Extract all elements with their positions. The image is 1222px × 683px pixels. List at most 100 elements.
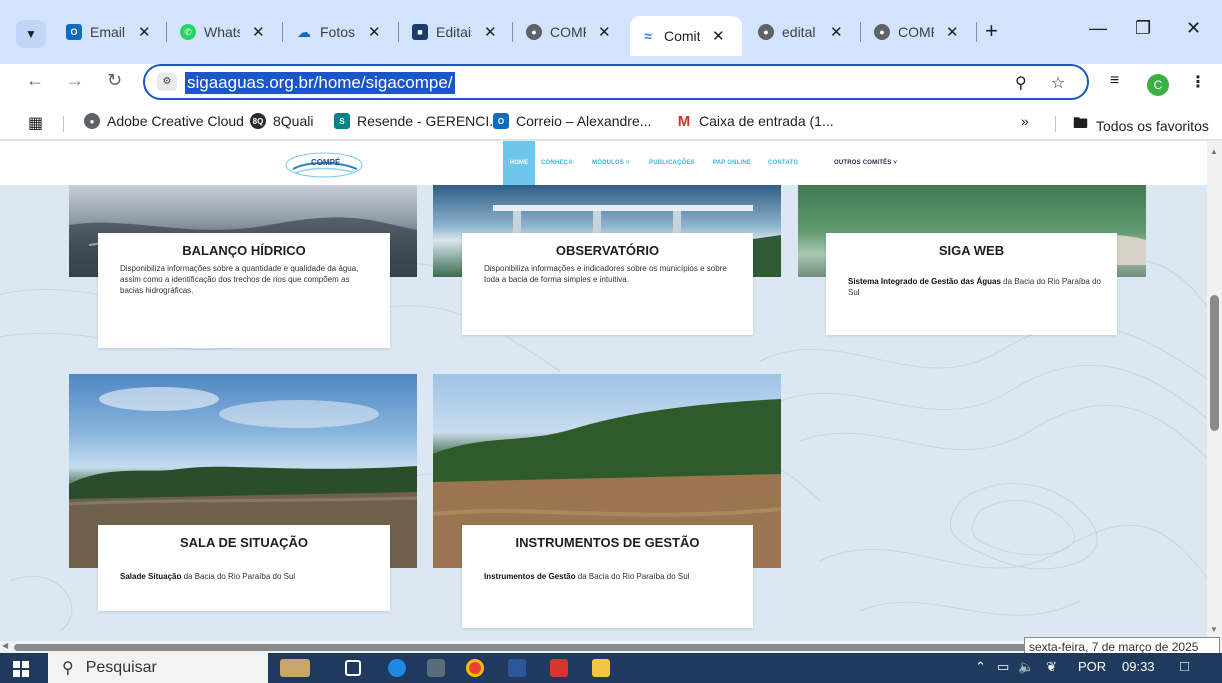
card-title: OBSERVATÓRIO [555, 243, 660, 258]
bookmark-resende[interactable]: S Resende - GERENCI... [334, 113, 501, 129]
tab-label: Comit [664, 28, 700, 44]
profile-avatar[interactable]: C [1147, 74, 1169, 96]
site-info-icon[interactable]: ⚙ [157, 73, 177, 91]
bookmark-gmail[interactable]: M Caixa de entrada (1... [676, 113, 834, 130]
outlook-icon: O [66, 24, 82, 40]
tab-comp-1[interactable]: ● COMP ✕ [516, 14, 621, 50]
address-bar[interactable]: ⚙ sigaaguas.org.br/home/sigacompe/ ⚲ ☆ [143, 64, 1089, 100]
tab-fotos[interactable]: ☁ Fotos ✕ [286, 14, 391, 50]
browser-toolbar: ← → ↻ ⚙ sigaaguas.org.br/home/sigacompe/… [0, 64, 1222, 104]
tab-comite-active[interactable]: ≈ Comit ✕ [630, 16, 742, 56]
card-instrumentos-de-gestao[interactable]: INSTRUMENTOS DE GESTÃO Instrumentos de G… [462, 525, 753, 628]
sharepoint-icon: S [334, 113, 350, 129]
language-indicator[interactable]: POR [1078, 659, 1106, 674]
nav-home[interactable]: HOME [503, 141, 535, 185]
logo-text: COMPÉ [311, 158, 341, 167]
scroll-up-icon[interactable]: ▲ [1210, 147, 1218, 156]
forward-button[interactable]: → [66, 70, 84, 91]
nav-contato[interactable]: CONTATO [768, 141, 798, 185]
tab-editais[interactable]: ■ Editais ✕ [402, 14, 507, 50]
url-text[interactable]: sigaaguas.org.br/home/sigacompe/ [185, 72, 455, 94]
nav-modulos[interactable]: MÓDULOS ˅ [592, 141, 630, 185]
tab-email[interactable]: O Email ✕ [56, 14, 161, 50]
vertical-scrollbar[interactable]: ▲ ▼ [1207, 141, 1222, 641]
card-observatorio[interactable]: OBSERVATÓRIO Disponibiliza informações e… [462, 233, 753, 335]
file-explorer-icon[interactable] [592, 659, 610, 677]
restore-button[interactable]: ❐ [1135, 18, 1151, 39]
card-title: SIGA WEB [938, 243, 1005, 258]
whatsapp-icon: ✆ [180, 24, 196, 40]
scroll-down-icon[interactable]: ▼ [1210, 625, 1218, 634]
horizontal-scroll-thumb[interactable] [14, 644, 1054, 651]
media-control-icon[interactable]: ≡ [1110, 72, 1119, 90]
taskbar-search[interactable]: ⚲ Pesquisar [48, 653, 268, 683]
scroll-left-icon[interactable]: ◀ [2, 641, 8, 650]
close-icon[interactable]: ✕ [138, 23, 151, 41]
compe-logo[interactable]: COMPÉ [283, 149, 365, 179]
all-bookmarks-button[interactable]: 🖿 Todos os favoritos [1073, 113, 1209, 138]
clock[interactable]: 09:33 [1122, 659, 1155, 674]
bookmark-8quali[interactable]: 8Q 8Quali [250, 113, 313, 129]
card-description: Sistema Integrado de Gestão das Águas da… [848, 277, 1102, 297]
nav-conheca[interactable]: CONHEÇA [541, 141, 573, 185]
bookmarks-overflow-button[interactable]: » [1021, 113, 1029, 129]
globe-icon: ● [526, 24, 542, 40]
close-window-button[interactable]: ✕ [1186, 18, 1201, 39]
bookmark-star-icon[interactable]: ☆ [1051, 73, 1065, 93]
word-icon[interactable] [508, 659, 526, 677]
page-icon: ■ [412, 24, 428, 40]
chrome-icon[interactable] [466, 659, 484, 677]
page-viewport: COMPÉ HOME CONHEÇA MÓDULOS ˅ PUBLICAÇÕES… [0, 141, 1207, 641]
back-button[interactable]: ← [26, 70, 44, 91]
bookmarks-bar: ▦ ● Adobe Creative Cloud 8Q 8Quali S Res… [0, 104, 1222, 140]
card-description: Instrumentos de Gestão da Bacia do Rio P… [484, 572, 690, 581]
chevron-down-icon: ▼ [25, 27, 37, 41]
nav-outros-comites[interactable]: OUTROS COMITÊS ˅ [834, 141, 897, 185]
new-tab-button[interactable]: + [985, 18, 998, 44]
close-icon[interactable]: ✕ [484, 23, 497, 41]
acrobat-icon[interactable] [550, 659, 568, 677]
nav-publicacoes[interactable]: PUBLICAÇÕES [649, 141, 695, 185]
menu-kebab-icon[interactable]: ⋮ [1190, 72, 1206, 92]
close-icon[interactable]: ✕ [252, 23, 265, 41]
reload-button[interactable]: ↻ [107, 70, 122, 91]
wifi-icon[interactable]: ❦ [1046, 659, 1057, 675]
apps-grid-icon[interactable]: ▦ [28, 113, 43, 133]
tab-strip: ▼ O Email ✕ ✆ Whats ✕ ☁ Fotos ✕ ■ Editai… [0, 0, 1222, 64]
tab-search-button[interactable]: ▼ [16, 20, 46, 48]
bookmark-correio[interactable]: O Correio – Alexandre... [493, 113, 651, 129]
windows-start-icon[interactable] [13, 661, 29, 677]
tab-edital[interactable]: ● edital ✕ [748, 14, 853, 50]
calculator-icon[interactable] [427, 659, 445, 677]
network-icon[interactable]: ▭ [997, 659, 1009, 675]
zoom-icon[interactable]: ⚲ [1015, 73, 1027, 93]
water-icon: ≈ [644, 28, 652, 44]
outlook-icon: O [493, 113, 509, 129]
card-sala-de-situacao[interactable]: SALA DE SITUAÇÃO Salade Situação da Baci… [98, 525, 390, 611]
tab-label: Email [90, 24, 126, 40]
tray-chevron-up-icon[interactable]: ⌃ [975, 659, 986, 675]
windows-taskbar: ⚲ Pesquisar ⌃ ▭ 🔈 ❦ POR 09:33 □ [0, 653, 1222, 683]
card-balanco-hidrico[interactable]: BALANÇO HÍDRICO Disponibiliza informaçõe… [98, 233, 390, 348]
task-view-icon[interactable] [345, 660, 361, 676]
bookmark-adobe[interactable]: ● Adobe Creative Cloud [84, 113, 244, 129]
close-icon[interactable]: ✕ [830, 23, 843, 41]
close-icon[interactable]: ✕ [368, 23, 381, 41]
edge-icon[interactable] [388, 659, 406, 677]
site-navbar: COMPÉ HOME CONHEÇA MÓDULOS ˅ PUBLICAÇÕES… [0, 141, 1207, 185]
notifications-icon[interactable]: □ [1180, 658, 1189, 675]
nav-pap-online[interactable]: PAP ONLINE [713, 141, 751, 185]
close-icon[interactable]: ✕ [712, 27, 725, 45]
card-siga-web[interactable]: SIGA WEB Sistema Integrado de Gestão das… [826, 233, 1117, 335]
tab-whatsapp[interactable]: ✆ Whats ✕ [170, 14, 275, 50]
minimize-button[interactable]: — [1089, 18, 1107, 39]
tab-label: Whats [204, 24, 240, 40]
close-icon[interactable]: ✕ [598, 23, 611, 41]
volume-icon[interactable]: 🔈 [1018, 659, 1034, 675]
close-icon[interactable]: ✕ [946, 23, 959, 41]
tab-label: Fotos [320, 24, 356, 40]
tab-comp-2[interactable]: ● COMP ✕ [864, 14, 969, 50]
cortana-figure-icon[interactable] [280, 659, 310, 677]
card-title: SALA DE SITUAÇÃO [179, 535, 309, 550]
vertical-scroll-thumb[interactable] [1210, 295, 1219, 431]
